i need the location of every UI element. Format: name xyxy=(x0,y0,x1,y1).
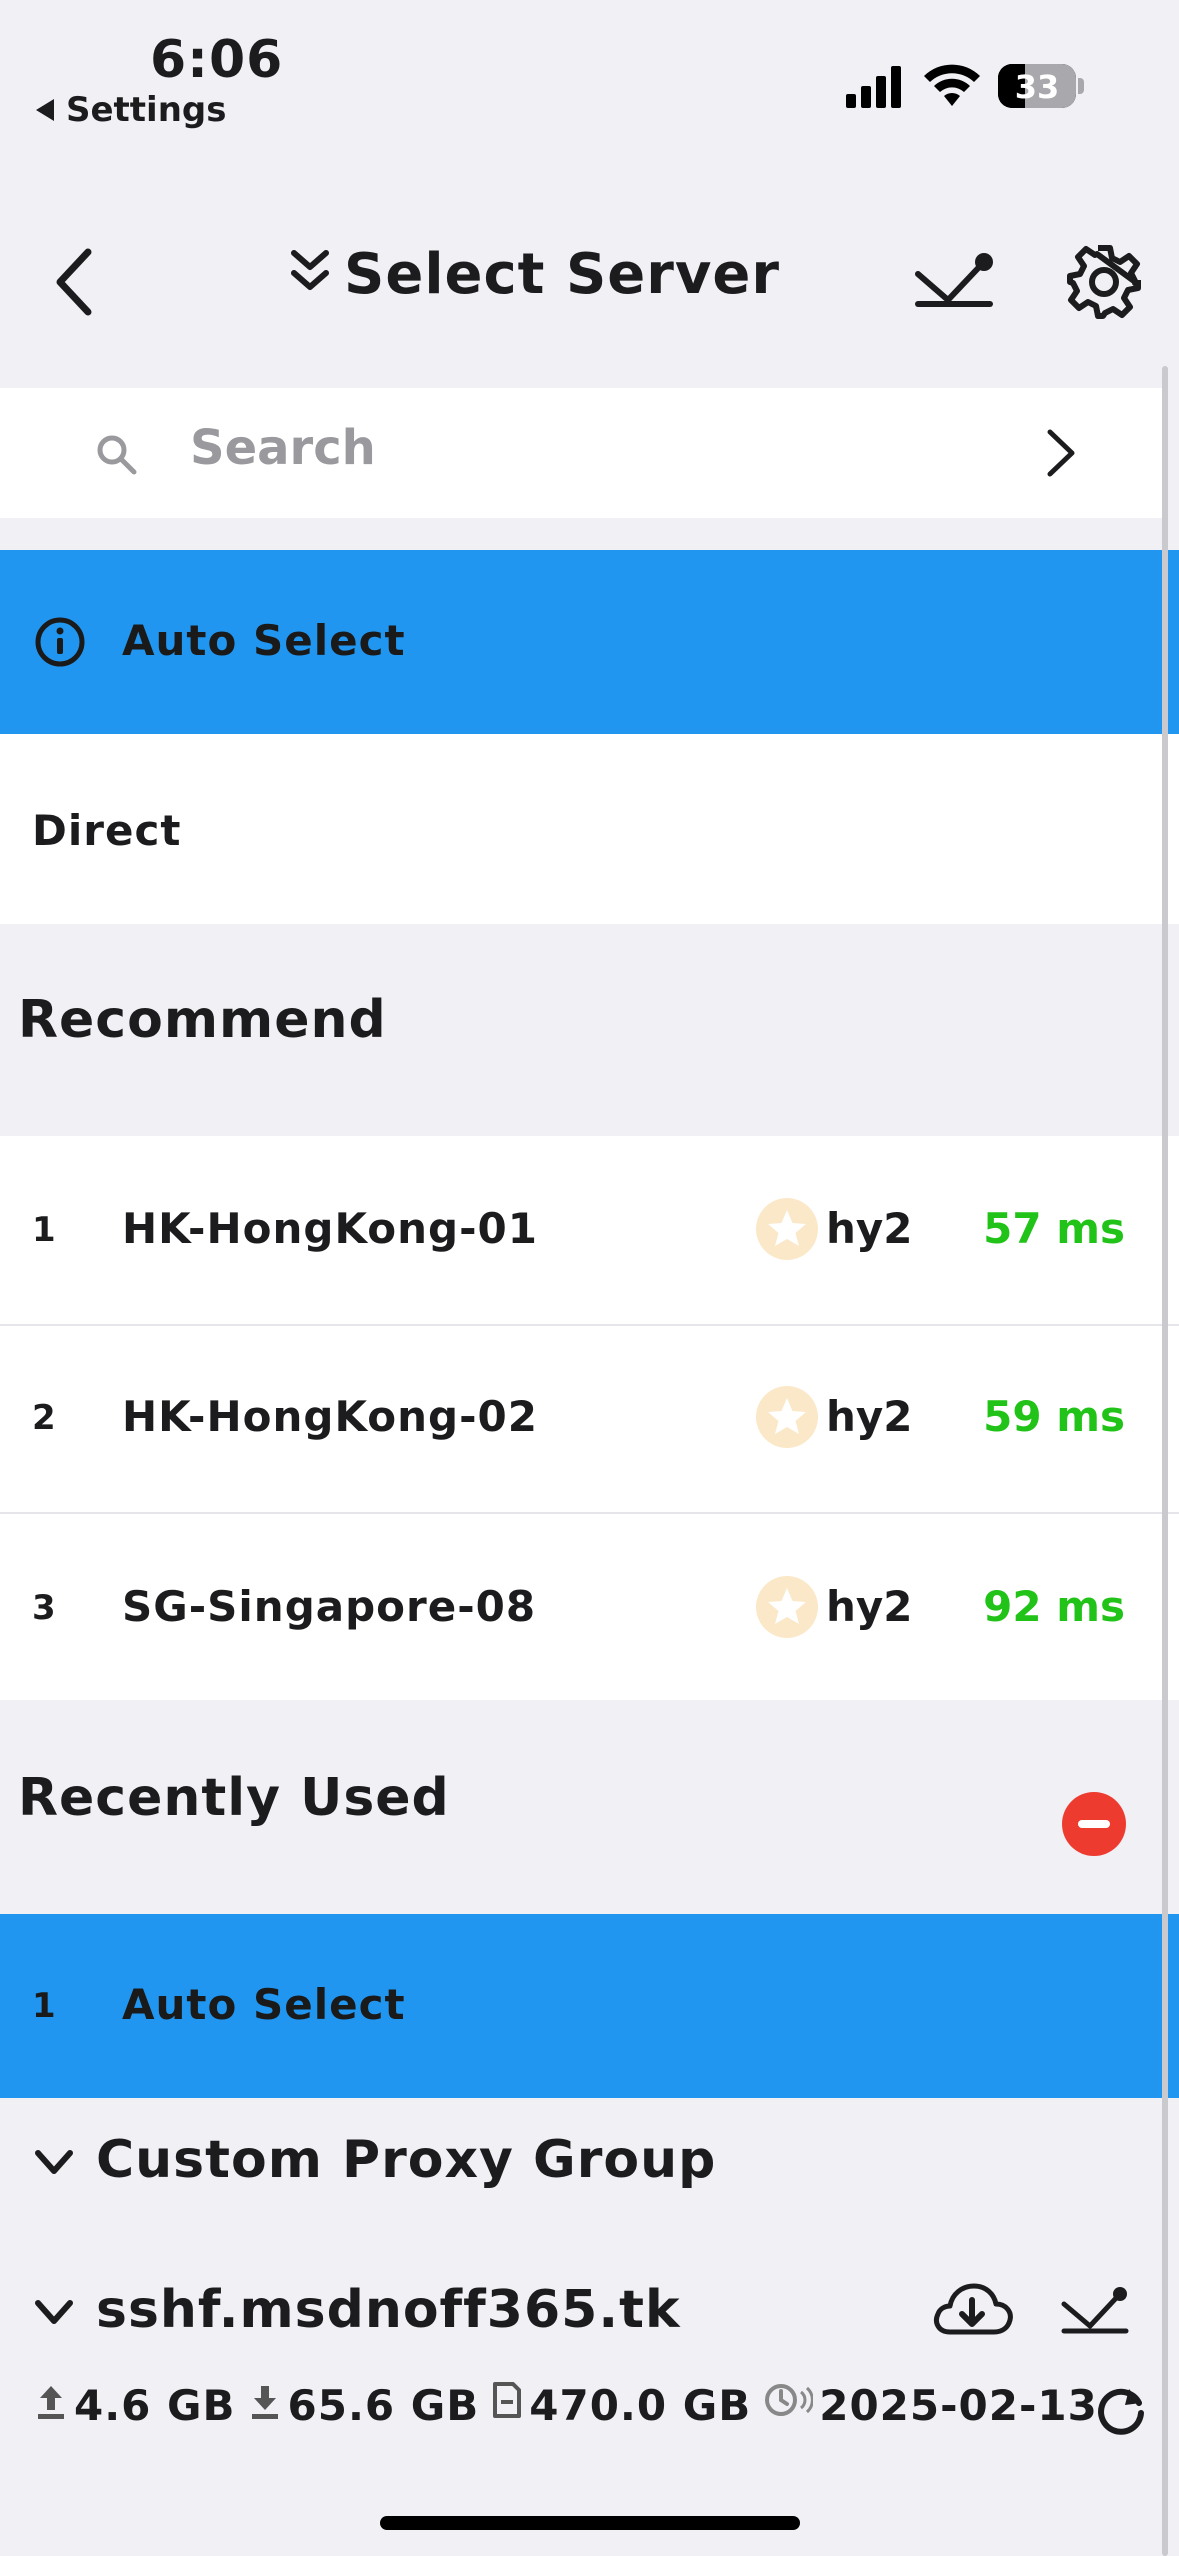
server-index: 3 xyxy=(32,1588,56,1628)
auto-select-label: Auto Select xyxy=(122,616,406,665)
recent-name: Auto Select xyxy=(122,1980,406,2029)
direct-label: Direct xyxy=(32,806,182,855)
cloud-download-icon[interactable] xyxy=(930,2278,1014,2340)
back-app-label: Settings xyxy=(66,90,227,130)
subscription-name: sshf.msdnoff365.tk xyxy=(96,2280,681,2340)
double-chevron-down-icon xyxy=(290,242,330,307)
total-value: 470.0 GB xyxy=(529,2380,752,2430)
back-to-app-link[interactable]: Settings xyxy=(36,90,227,130)
latency-test-group-icon[interactable] xyxy=(1060,2284,1130,2336)
scrollbar[interactable] xyxy=(1162,366,1168,2556)
gear-icon[interactable] xyxy=(1064,242,1144,322)
server-name: HK-HongKong-01 xyxy=(122,1204,538,1253)
subscription-header[interactable]: sshf.msdnoff365.tk xyxy=(34,2280,681,2340)
chevron-down-icon xyxy=(34,2280,74,2340)
remove-recent-icon[interactable] xyxy=(1062,1792,1126,1856)
custom-proxy-group-header[interactable]: Custom Proxy Group xyxy=(34,2130,716,2190)
download-value: 65.6 GB xyxy=(287,2380,480,2430)
battery-level: 33 xyxy=(1014,68,1060,106)
server-name: HK-HongKong-02 xyxy=(122,1392,538,1441)
server-latency: 59 ms xyxy=(983,1392,1125,1441)
back-chevron-icon[interactable] xyxy=(48,248,100,316)
search-icon xyxy=(94,432,138,480)
nav-title[interactable]: Select Server xyxy=(290,242,780,307)
download-stat: 65.6 GB xyxy=(248,2381,480,2430)
back-triangle-icon xyxy=(36,99,54,121)
subscription-stats: 4.6 GB 65.6 GB 470.0 GB 2025-02-13 xyxy=(34,2380,1110,2430)
refresh-icon[interactable] xyxy=(1092,2382,1150,2440)
custom-proxy-group-title: Custom Proxy Group xyxy=(96,2130,717,2190)
star-icon[interactable] xyxy=(756,1576,818,1638)
search-bar[interactable]: Search xyxy=(0,388,1162,518)
search-input[interactable]: Search xyxy=(190,420,376,476)
server-row[interactable]: 1 HK-HongKong-01 hy2 57 ms xyxy=(0,1136,1179,1324)
server-index: 2 xyxy=(32,1398,56,1438)
star-icon[interactable] xyxy=(756,1386,818,1448)
recently-used-section-title: Recently Used xyxy=(18,1768,450,1828)
expiry-stat: 2025-02-13 xyxy=(763,2380,1098,2430)
server-protocol: hy2 xyxy=(826,1204,913,1253)
server-protocol: hy2 xyxy=(826,1392,913,1441)
upload-icon xyxy=(34,2381,68,2430)
chevron-right-icon[interactable] xyxy=(1044,428,1078,482)
server-row[interactable]: 3 SG-Singapore-08 hy2 92 ms xyxy=(0,1514,1179,1700)
star-icon[interactable] xyxy=(756,1198,818,1260)
sim-card-icon xyxy=(491,2380,523,2430)
auto-select-row[interactable]: Auto Select xyxy=(0,550,1179,734)
page-title: Select Server xyxy=(344,242,780,307)
server-name: SG-Singapore-08 xyxy=(122,1582,537,1631)
server-protocol: hy2 xyxy=(826,1582,913,1631)
upload-value: 4.6 GB xyxy=(74,2380,236,2430)
status-time: 6:06 xyxy=(150,30,284,90)
server-index: 1 xyxy=(32,1210,56,1250)
info-icon[interactable] xyxy=(34,616,86,672)
direct-row[interactable]: Direct xyxy=(0,734,1179,924)
battery-tip xyxy=(1078,78,1084,94)
home-indicator[interactable] xyxy=(380,2516,800,2530)
server-latency: 57 ms xyxy=(983,1204,1125,1253)
server-latency: 92 ms xyxy=(983,1582,1125,1631)
wifi-icon xyxy=(922,62,982,112)
clock-icon xyxy=(763,2380,815,2430)
recommend-section-title: Recommend xyxy=(18,990,387,1050)
download-icon xyxy=(248,2381,282,2430)
upload-stat: 4.6 GB xyxy=(34,2381,236,2430)
expiry-value: 2025-02-13 xyxy=(819,2380,1098,2430)
server-row[interactable]: 2 HK-HongKong-02 hy2 59 ms xyxy=(0,1326,1179,1512)
recent-index: 1 xyxy=(32,1986,56,2026)
battery-icon: 33 xyxy=(998,64,1076,108)
chevron-down-icon xyxy=(34,2130,74,2190)
cellular-signal-icon xyxy=(846,66,904,112)
recent-row[interactable]: 1 Auto Select xyxy=(0,1914,1179,2098)
latency-test-icon[interactable] xyxy=(914,250,994,310)
total-stat: 470.0 GB xyxy=(491,2380,751,2430)
